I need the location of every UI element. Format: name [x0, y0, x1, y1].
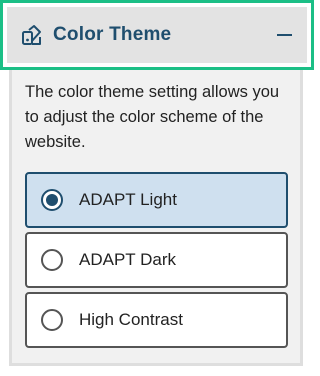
option-label: High Contrast — [79, 310, 183, 329]
radio-unselected-icon[interactable] — [41, 309, 63, 331]
color-theme-header[interactable]: Color Theme — [0, 0, 314, 70]
theme-option-high-contrast[interactable]: High Contrast — [25, 292, 288, 348]
radio-unselected-icon[interactable] — [41, 249, 63, 271]
option-label: ADAPT Light — [79, 190, 177, 209]
radio-selected-icon[interactable] — [41, 189, 63, 211]
theme-option-adapt-dark[interactable]: ADAPT Dark — [25, 232, 288, 288]
option-label: ADAPT Dark — [79, 250, 176, 269]
section-title: Color Theme — [53, 24, 172, 45]
theme-option-adapt-light[interactable]: ADAPT Light — [25, 172, 288, 228]
theme-options: ADAPT Light ADAPT Dark High Contrast — [25, 172, 288, 352]
theme-description: The color theme setting allows you to ad… — [25, 83, 280, 151]
minus-icon[interactable] — [275, 24, 293, 46]
accordion-toggle[interactable]: Color Theme — [7, 7, 307, 63]
palette-icon — [21, 24, 43, 46]
